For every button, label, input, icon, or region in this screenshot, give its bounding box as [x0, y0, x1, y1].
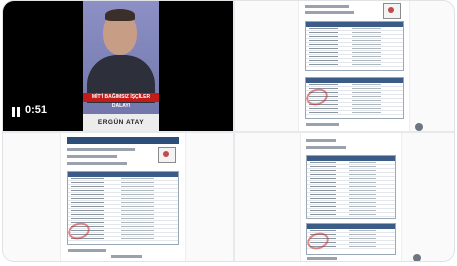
doc-seal: [158, 147, 177, 163]
doc-field: [306, 139, 336, 142]
video-banner: MİT'İ BAĞIMSIZ İŞÇİLER DALAYI: [83, 93, 159, 109]
doc-title-bar: [67, 137, 179, 144]
image-tile-3[interactable]: [235, 133, 454, 261]
doc-field: [306, 146, 346, 149]
doc-footer: [307, 257, 337, 260]
doc-field: [67, 155, 117, 158]
image-tile-2[interactable]: [3, 133, 233, 261]
info-icon: [415, 123, 423, 131]
speaker-name: ERGÜN ATAY: [83, 114, 159, 131]
doc-field: [67, 148, 136, 151]
pause-icon[interactable]: [12, 107, 20, 117]
media-grid: MİT'İ BAĞIMSIZ İŞÇİLER DALAYI ERGÜN ATAY…: [2, 0, 455, 262]
doc-table: [306, 155, 396, 219]
doc-field: [304, 11, 354, 14]
video-frame[interactable]: MİT'İ BAĞIMSIZ İŞÇİLER DALAYI ERGÜN ATAY: [83, 1, 159, 131]
person-hair: [105, 9, 135, 21]
video-tile[interactable]: MİT'İ BAĞIMSIZ İŞÇİLER DALAYI ERGÜN ATAY…: [3, 1, 233, 131]
doc-field: [304, 5, 349, 8]
doc-field: [67, 162, 127, 165]
document-image-2[interactable]: [61, 133, 185, 261]
video-time: 0:51: [25, 104, 48, 116]
doc-seal: [383, 3, 402, 19]
info-icon: [413, 254, 421, 261]
image-tile-1[interactable]: [235, 1, 454, 131]
doc-footer: [305, 123, 339, 126]
document-image-1[interactable]: [299, 1, 409, 131]
doc-footer: [110, 255, 142, 258]
document-image-3[interactable]: [301, 133, 401, 261]
doc-table: [304, 21, 404, 71]
doc-footer: [68, 249, 106, 252]
